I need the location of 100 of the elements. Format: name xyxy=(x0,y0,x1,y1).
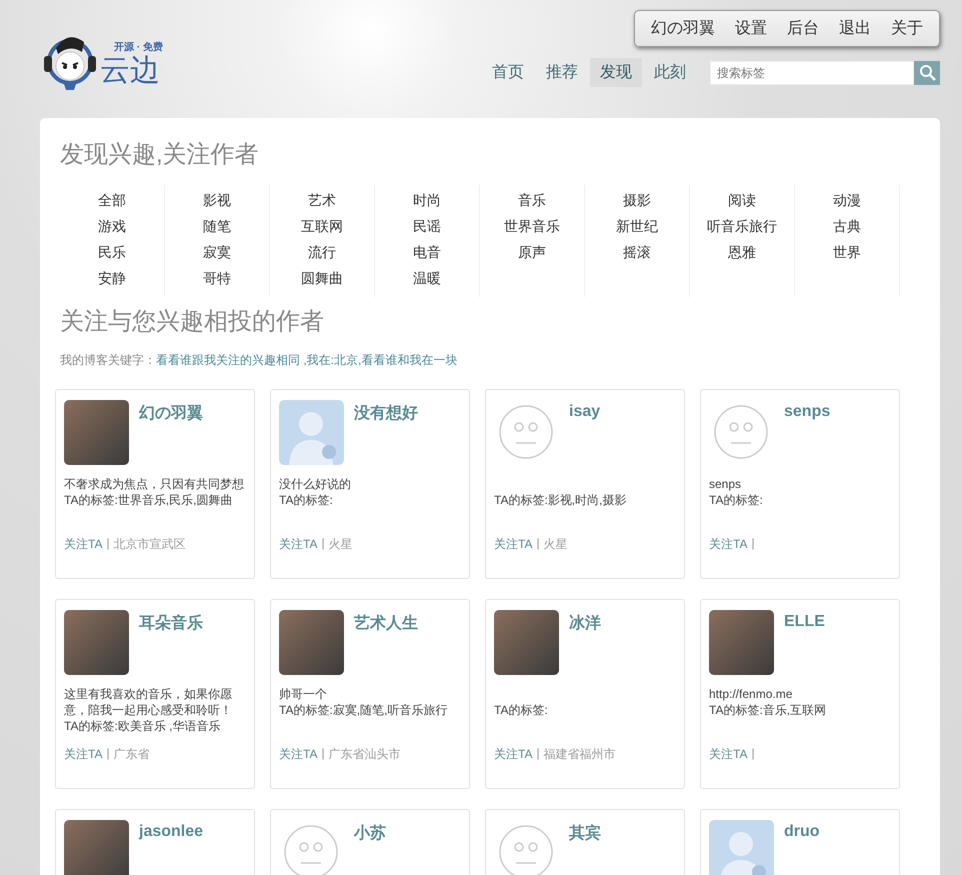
separator-text: | xyxy=(106,746,110,762)
user-menu-link[interactable]: 退出 xyxy=(829,15,881,42)
author-tags: TA的标签: xyxy=(279,492,461,508)
separator-text: | xyxy=(321,536,325,552)
separator-text: | xyxy=(536,746,540,762)
author-name-link[interactable]: senps xyxy=(784,403,830,466)
author-tags: TA的标签:影视,时尚,摄影 xyxy=(494,492,676,508)
interest-tag-link[interactable]: 温暖 xyxy=(413,265,441,291)
follow-link[interactable]: 关注TA xyxy=(64,746,102,763)
author-name-link[interactable]: jasonlee xyxy=(139,823,204,875)
follow-link[interactable]: 关注TA xyxy=(709,746,748,763)
location-text: 广东省汕头市 xyxy=(328,746,401,763)
author-name-link[interactable]: 小苏 xyxy=(354,823,386,875)
author-name-link[interactable]: isay xyxy=(569,403,600,466)
avatar-photo-placeholder[interactable] xyxy=(709,610,774,675)
author-bio: 没什么好说的 xyxy=(279,476,352,492)
author-tags: TA的标签:欧美音乐 ,华语音乐 xyxy=(64,718,246,734)
search-field[interactable]: 搜索标签 xyxy=(710,60,914,84)
interest-tag-link[interactable]: 寂寞 xyxy=(203,239,231,265)
section-title: 发现兴趣,关注作者 xyxy=(60,140,260,170)
interest-tag-link[interactable]: 原声 xyxy=(518,239,546,265)
interest-tag-link[interactable]: 民乐 xyxy=(98,239,126,265)
location-text: 火星 xyxy=(544,536,568,553)
author-tags: TA的标签:世界音乐,民乐,圆舞曲 xyxy=(64,492,246,508)
keyword-link[interactable]: 看看谁跟我关注的兴趣相同 ,我在:北京,看看谁和我在一块 xyxy=(156,352,458,369)
author-name-link[interactable]: 冰洋 xyxy=(569,613,601,676)
user-menu-link[interactable]: 幻の羽翼 xyxy=(641,15,725,42)
interest-tag-link[interactable]: 摇滚 xyxy=(623,239,651,265)
location-text: 广东省 xyxy=(114,746,150,763)
interest-tag-link[interactable]: 听音乐旅行 xyxy=(707,213,777,239)
interest-tag-link[interactable]: 互联网 xyxy=(301,213,343,239)
follow-link[interactable]: 关注TA xyxy=(494,746,532,763)
interest-tag-link[interactable]: 音乐 xyxy=(518,187,546,213)
author-name-link[interactable]: 艺术人生 xyxy=(354,613,418,676)
nav-tab[interactable]: 首页 xyxy=(482,58,534,87)
interest-tag-link[interactable]: 动漫 xyxy=(833,187,861,213)
interest-tag-link[interactable]: 随笔 xyxy=(203,213,231,239)
logo-text: 云边 xyxy=(100,56,160,86)
logo-tagline: 开源 · 免费 xyxy=(114,40,163,54)
user-menu-link[interactable]: 后台 xyxy=(777,15,829,42)
default-avatar-icon[interactable] xyxy=(279,400,344,465)
author-name-link[interactable]: 幻の羽翼 xyxy=(139,403,203,466)
interest-tag-link[interactable]: 古典 xyxy=(833,213,861,239)
author-bio: 不奢求成为焦点，只因有共同梦想 xyxy=(64,476,245,492)
separator-text: | xyxy=(751,536,755,552)
user-menu-link[interactable]: 设置 xyxy=(725,15,777,42)
avatar-photo-placeholder[interactable] xyxy=(64,610,129,675)
search-button[interactable] xyxy=(914,60,940,84)
location-text: 北京市宣武区 xyxy=(114,536,186,553)
separator-text: | xyxy=(106,536,110,552)
interest-tag-link[interactable]: 全部 xyxy=(98,187,126,213)
search-icon xyxy=(918,64,936,81)
interest-tag-link[interactable]: 摄影 xyxy=(623,187,651,213)
author-name-link[interactable]: 没有想好 xyxy=(354,403,418,466)
interest-tag-link[interactable]: 流行 xyxy=(308,239,336,265)
location-text: 火星 xyxy=(328,536,353,553)
avatar-photo-placeholder[interactable] xyxy=(279,610,344,675)
separator-text: | xyxy=(321,746,325,762)
interest-tag-link[interactable]: 新世纪 xyxy=(616,213,658,239)
interest-tag-link[interactable]: 阅读 xyxy=(728,187,756,213)
author-tags: TA的标签:寂寞,随笔,听音乐旅行 xyxy=(279,702,461,718)
keyword-label: 我的博客关键字： xyxy=(60,352,156,369)
avatar-photo-placeholder[interactable] xyxy=(494,610,559,675)
default-avatar-icon[interactable] xyxy=(709,820,774,875)
nav-tab[interactable]: 推荐 xyxy=(536,58,588,87)
interest-tag-link[interactable]: 电音 xyxy=(413,239,441,265)
user-menu-link[interactable]: 关于 xyxy=(881,15,933,42)
author-name-link[interactable]: druo xyxy=(784,823,820,875)
location-text: 福建省福州市 xyxy=(544,746,616,763)
interest-tag-link[interactable]: 时尚 xyxy=(413,187,441,213)
interest-tag-link[interactable]: 哥特 xyxy=(203,265,231,291)
interest-tag-link[interactable]: 世界音乐 xyxy=(504,213,560,239)
follow-link[interactable]: 关注TA xyxy=(709,536,748,553)
follow-link[interactable]: 关注TA xyxy=(279,746,318,763)
nav-tab[interactable]: 此刻 xyxy=(644,58,696,87)
author-tags: TA的标签:音乐,互联网 xyxy=(709,702,891,718)
interest-tag-link[interactable]: 世界 xyxy=(833,239,861,265)
interest-tag-link[interactable]: 民谣 xyxy=(413,213,441,239)
author-name-link[interactable]: 其宾 xyxy=(569,823,601,875)
follow-link[interactable]: 关注TA xyxy=(279,536,318,553)
author-bio: senps xyxy=(709,476,742,492)
interest-tag-link[interactable]: 圆舞曲 xyxy=(301,265,343,291)
author-tags: TA的标签: xyxy=(709,492,891,508)
interest-tag-link[interactable]: 游戏 xyxy=(98,213,126,239)
separator-text: | xyxy=(536,536,540,552)
avatar-photo-placeholder[interactable] xyxy=(64,820,129,875)
follow-link[interactable]: 关注TA xyxy=(64,536,102,553)
nav-tab[interactable]: 发现 xyxy=(590,58,642,87)
author-bio: 帅哥一个 xyxy=(279,686,328,702)
interest-tag-link[interactable]: 影视 xyxy=(203,187,231,213)
author-name-link[interactable]: ELLE xyxy=(784,613,825,676)
avatar-photo-placeholder[interactable] xyxy=(64,400,129,465)
section-title: 关注与您兴趣相投的作者 xyxy=(60,307,325,337)
follow-link[interactable]: 关注TA xyxy=(494,536,532,553)
interest-tag-link[interactable]: 艺术 xyxy=(308,187,336,213)
author-name-link[interactable]: 耳朵音乐 xyxy=(139,613,203,676)
interest-tag-link[interactable]: 安静 xyxy=(98,265,126,291)
interest-tag-link[interactable]: 恩雅 xyxy=(728,239,756,265)
author-bio: 这里有我喜欢的音乐，如果你愿意，陪我一起用心感受和聆听！ xyxy=(64,686,233,718)
separator-text: | xyxy=(751,746,755,762)
